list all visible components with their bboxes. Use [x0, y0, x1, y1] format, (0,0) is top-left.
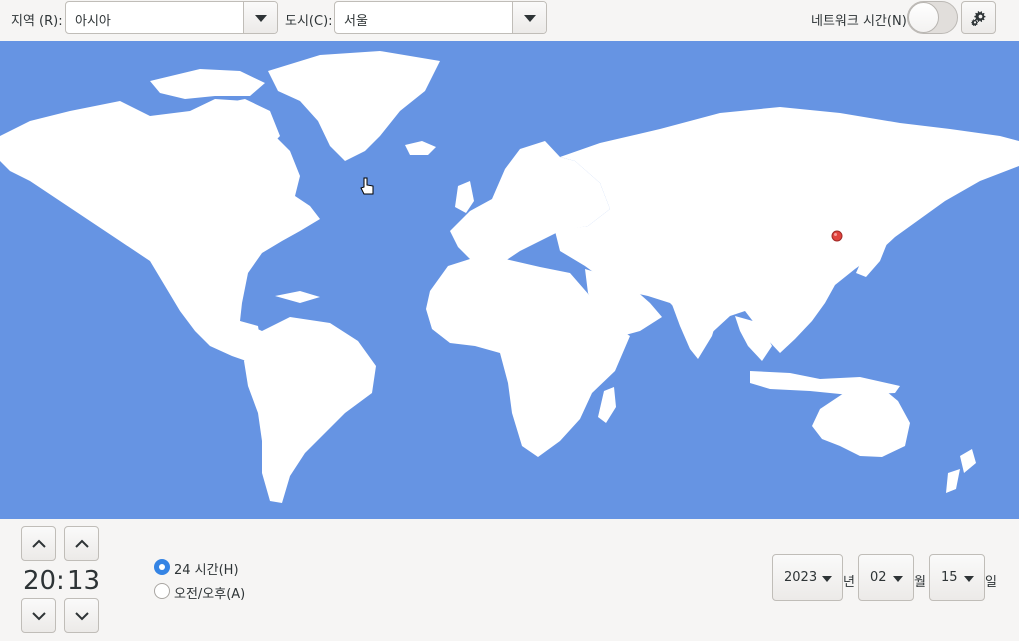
- pan-down-icon: [523, 14, 536, 22]
- time-date-panel: 20 : 13 24 시간(H) 오전/오후(A) 2023 년 02 월 15…: [0, 519, 1019, 641]
- minutes-increment-button[interactable]: [64, 526, 99, 561]
- chevron-up-icon: [75, 539, 89, 548]
- location-toolbar: 지역 (R): 아시아 도시(C): 서울 네트워크 시간(N): [0, 0, 1019, 41]
- day-value: 15: [941, 570, 958, 585]
- chevron-down-icon: [32, 612, 46, 621]
- network-time-label: 네트워크 시간(N): [811, 14, 907, 29]
- world-map-canvas[interactable]: [0, 41, 1019, 519]
- city-label: 도시(C):: [285, 14, 333, 29]
- month-unit: 월: [914, 575, 926, 590]
- pan-down-icon: [822, 576, 832, 582]
- hours-decrement-button[interactable]: [21, 598, 56, 633]
- chevron-down-icon: [75, 612, 89, 621]
- network-time-switch[interactable]: [907, 1, 958, 34]
- minutes-decrement-button[interactable]: [64, 598, 99, 633]
- hours-value[interactable]: 20: [23, 566, 56, 596]
- format-24h-radio[interactable]: [154, 559, 170, 575]
- pan-down-icon: [964, 576, 974, 582]
- region-combobox[interactable]: 아시아: [65, 1, 278, 34]
- region-label: 지역 (R):: [11, 14, 63, 29]
- pan-down-icon: [254, 14, 267, 22]
- region-value: 아시아: [75, 14, 111, 29]
- region-dropdown-button[interactable]: [243, 2, 277, 33]
- format-ampm-radio[interactable]: [154, 583, 170, 599]
- map-pin-icon[interactable]: [831, 230, 843, 242]
- switch-knob: [908, 2, 939, 33]
- minutes-value[interactable]: 13: [67, 566, 100, 596]
- ntp-settings-button[interactable]: [961, 1, 996, 34]
- time-separator: :: [56, 566, 65, 596]
- gear-icon: [971, 11, 986, 26]
- day-unit: 일: [985, 575, 997, 590]
- world-map[interactable]: [0, 41, 1019, 519]
- format-24h-label: 24 시간(H): [174, 563, 239, 578]
- chevron-up-icon: [32, 539, 46, 548]
- day-dropdown[interactable]: 15: [929, 554, 985, 601]
- pan-down-icon: [893, 576, 903, 582]
- year-value: 2023: [784, 570, 818, 585]
- year-dropdown[interactable]: 2023: [772, 554, 843, 601]
- city-value: 서울: [344, 14, 368, 29]
- month-value: 02: [870, 570, 887, 585]
- city-combobox[interactable]: 서울: [334, 1, 547, 34]
- month-dropdown[interactable]: 02: [858, 554, 914, 601]
- hours-increment-button[interactable]: [21, 526, 56, 561]
- city-dropdown-button[interactable]: [512, 2, 546, 33]
- format-ampm-label: 오전/오후(A): [174, 587, 246, 602]
- year-unit: 년: [843, 575, 855, 590]
